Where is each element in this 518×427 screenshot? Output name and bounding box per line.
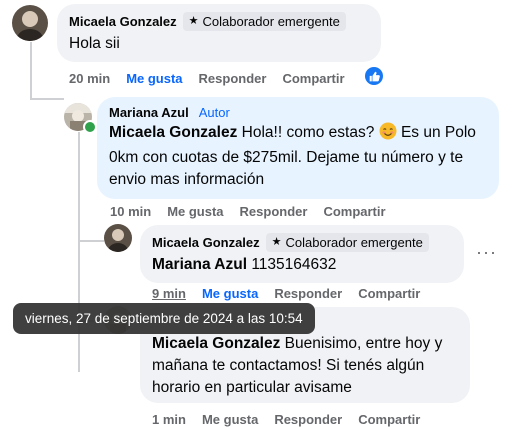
reply-button[interactable]: Responder xyxy=(199,71,267,86)
share-button[interactable]: Compartir xyxy=(358,412,420,427)
comment-actions: 9 min Me gusta Responder Compartir xyxy=(152,286,436,301)
avatar[interactable] xyxy=(104,224,132,252)
comment-text: Micaela Gonzalez Hola!! como estas? Es u… xyxy=(109,122,487,191)
star-icon: ★ xyxy=(188,15,199,27)
thread-line-reply xyxy=(78,132,80,372)
reply-button[interactable]: Responder xyxy=(274,412,342,427)
like-button[interactable]: Me gusta xyxy=(202,286,258,301)
comment-timestamp[interactable]: 10 min xyxy=(110,204,151,219)
comment-actions: 10 min Me gusta Responder Compartir xyxy=(110,204,402,219)
comment-timestamp[interactable]: 1 min xyxy=(152,412,186,427)
share-button[interactable]: Compartir xyxy=(358,286,420,301)
comment-actions: 20 min Me gusta Responder Compartir xyxy=(69,71,361,86)
comment-actions: 1 min Me gusta Responder Compartir xyxy=(152,412,436,427)
avatar[interactable] xyxy=(12,5,48,41)
like-icon[interactable] xyxy=(365,67,383,85)
smiling-face-emoji xyxy=(379,122,397,147)
status-badge: ★ Colaborador emergente xyxy=(265,233,429,252)
comment-timestamp[interactable]: 9 min xyxy=(152,286,186,301)
comment-bubble: Mariana Azul Autor Micaela Gonzalez Hola… xyxy=(97,97,499,199)
comment-author[interactable]: Micaela Gonzalez xyxy=(69,14,177,29)
comment-timestamp[interactable]: 20 min xyxy=(69,71,110,86)
thread-line-reply-branch-1 xyxy=(78,240,104,242)
comment-text: Mariana Azul 1135164632 xyxy=(152,254,452,276)
author-tag: Autor xyxy=(198,105,230,120)
like-button[interactable]: Me gusta xyxy=(126,71,182,86)
badge-label: Colaborador emergente xyxy=(202,14,340,29)
comment-bubble: Micaela Gonzalez ★ Colaborador emergente… xyxy=(57,4,381,62)
mention-link[interactable]: Micaela Gonzalez xyxy=(152,335,280,352)
share-button[interactable]: Compartir xyxy=(282,71,344,86)
like-button[interactable]: Me gusta xyxy=(167,204,223,219)
comment-text-part: 1135164632 xyxy=(247,256,337,273)
badge-label: Colaborador emergente xyxy=(285,235,423,250)
comment-text-part: Hola!! como estas? xyxy=(237,124,379,141)
comment-bubble: Micaela Gonzalez ★ Colaborador emergente… xyxy=(140,225,464,283)
comment-text: Micaela Gonzalez Buenisimo, entre hoy y … xyxy=(152,333,458,399)
like-button[interactable]: Me gusta xyxy=(202,412,258,427)
more-options-icon[interactable]: ··· xyxy=(476,242,497,263)
comment-author[interactable]: Mariana Azul xyxy=(109,105,189,120)
thread-line-main xyxy=(30,42,32,100)
comment-text: Hola sii xyxy=(69,35,120,52)
timestamp-tooltip: viernes, 27 de septiembre de 2024 a las … xyxy=(13,303,315,334)
comment-author[interactable]: Micaela Gonzalez xyxy=(152,235,260,250)
mention-link[interactable]: Micaela Gonzalez xyxy=(109,124,237,141)
mention-link[interactable]: Mariana Azul xyxy=(152,256,247,273)
online-status-dot xyxy=(83,120,97,134)
star-icon: ★ xyxy=(271,236,282,248)
share-button[interactable]: Compartir xyxy=(323,204,385,219)
thread-line-main-curve xyxy=(30,98,64,100)
reply-button[interactable]: Responder xyxy=(240,204,308,219)
reply-button[interactable]: Responder xyxy=(274,286,342,301)
status-badge: ★ Colaborador emergente xyxy=(182,12,346,31)
